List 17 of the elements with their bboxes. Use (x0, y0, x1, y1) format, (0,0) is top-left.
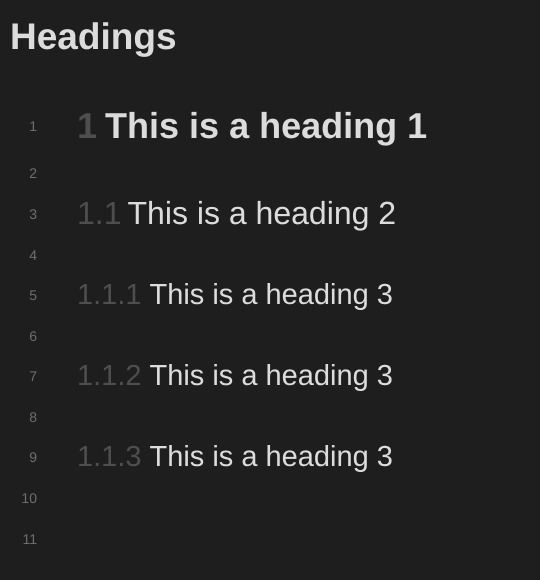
heading-text: This is a heading 3 (150, 440, 393, 474)
line-number: 1 (28, 118, 37, 134)
page-title: Headings (9, 15, 178, 59)
line-number: 9 (28, 449, 37, 465)
heading-text: This is a heading 3 (150, 278, 393, 312)
line-number: 2 (28, 164, 37, 180)
line-number: 7 (28, 368, 37, 384)
line-number: 8 (28, 408, 37, 424)
line-number: 11 (21, 530, 37, 546)
heading-text: This is a heading 2 (127, 195, 396, 232)
line-number: 5 (28, 287, 37, 303)
line-number: 4 (28, 246, 37, 262)
line-number: 3 (28, 206, 37, 222)
line-number: 6 (28, 328, 37, 344)
line-number: 10 (20, 490, 37, 506)
heading-text: This is a heading 3 (150, 360, 393, 392)
heading-text: This is a heading 1 (105, 105, 428, 147)
